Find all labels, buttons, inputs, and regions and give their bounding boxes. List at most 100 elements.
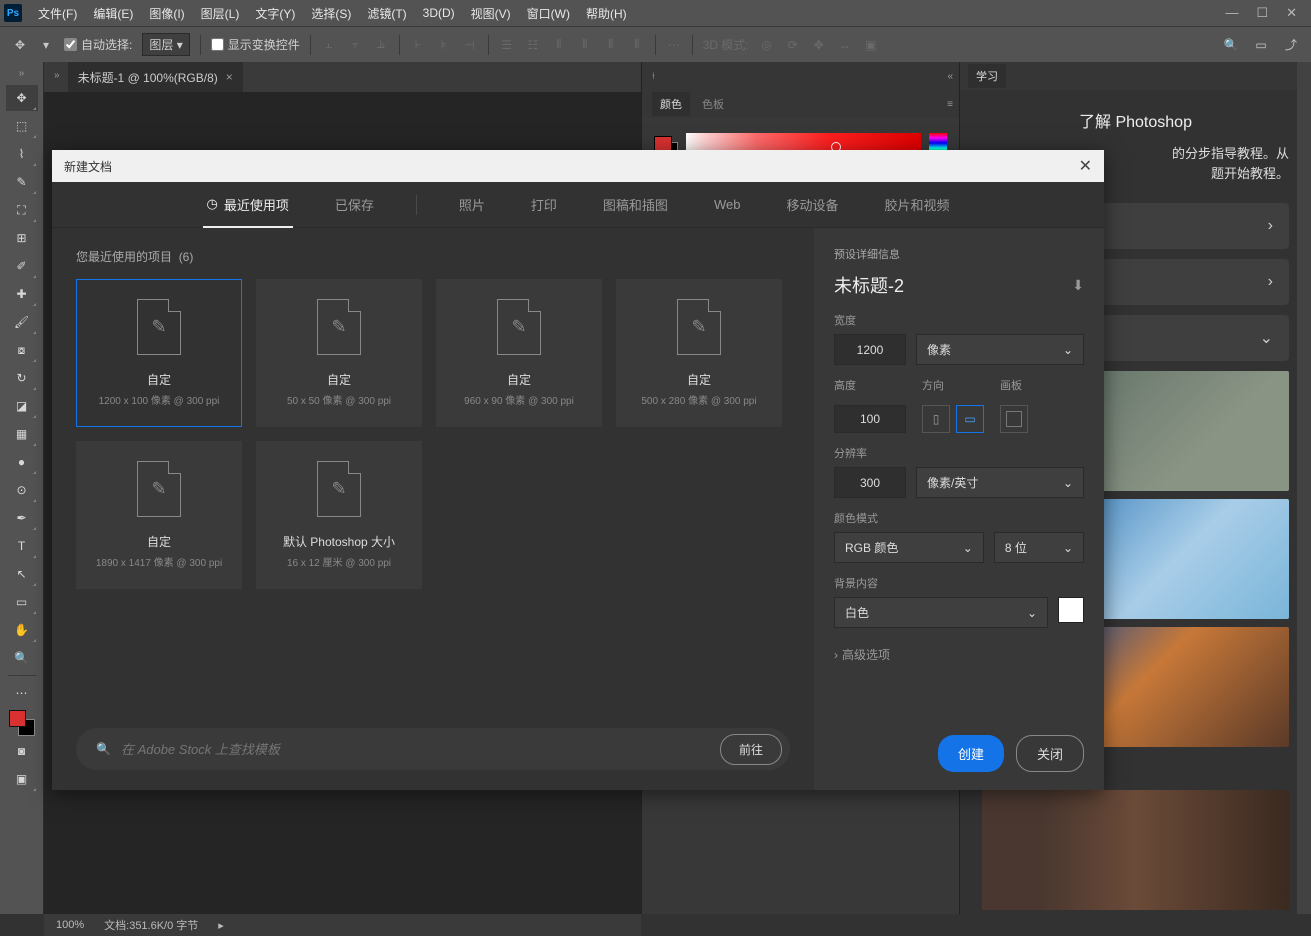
download-icon[interactable]: ⬇ <box>1072 277 1084 294</box>
align-bottom-icon[interactable]: ⫡ <box>373 37 389 53</box>
menu-layer[interactable]: 图层(L) <box>193 5 248 22</box>
3d-pan-icon[interactable]: ✥ <box>811 37 827 53</box>
preset-item[interactable]: ✎自定1200 x 100 像素 @ 300 ppi <box>76 279 242 427</box>
tutorial-thumbnail[interactable] <box>982 790 1289 910</box>
chevron-down-icon[interactable]: ▾ <box>38 37 54 53</box>
tab-print[interactable]: 打印 <box>527 183 561 226</box>
background-color-chip[interactable] <box>1058 597 1084 623</box>
distribute-4-icon[interactable]: ⦀ <box>577 37 593 53</box>
preset-item[interactable]: ✎自定50 x 50 像素 @ 300 ppi <box>256 279 422 427</box>
tab-recent[interactable]: ◷最近使用项 <box>203 183 293 228</box>
adjust-icon[interactable]: ⟊ <box>652 71 655 82</box>
color-swatches[interactable] <box>9 710 35 736</box>
height-input[interactable] <box>834 405 906 433</box>
move-tool[interactable]: ✥ <box>6 85 38 111</box>
lasso-tool[interactable]: ⌇ <box>6 141 38 167</box>
align-top-icon[interactable]: ⫠ <box>321 37 337 53</box>
close-button[interactable]: 关闭 <box>1016 735 1084 772</box>
orientation-portrait[interactable]: ▯ <box>922 405 950 433</box>
width-unit-select[interactable]: 像素⌄ <box>916 334 1084 365</box>
artboard-checkbox[interactable] <box>1000 405 1028 433</box>
tab-web[interactable]: Web <box>710 185 745 224</box>
healing-tool[interactable]: ✚ <box>6 281 38 307</box>
zoom-tool[interactable]: 🔍 <box>6 645 38 671</box>
gradient-tool[interactable]: ▦ <box>6 421 38 447</box>
stock-search-input[interactable] <box>121 742 710 757</box>
preset-item[interactable]: ✎自定960 x 90 像素 @ 300 ppi <box>436 279 602 427</box>
close-icon[interactable]: ✕ <box>1079 156 1092 176</box>
edit-toolbar[interactable]: ⋯ <box>6 680 38 706</box>
quick-select-tool[interactable]: ✎ <box>6 169 38 195</box>
brush-tool[interactable]: 🖌 <box>6 309 38 335</box>
tab-photo[interactable]: 照片 <box>455 183 489 226</box>
menu-help[interactable]: 帮助(H) <box>578 5 635 22</box>
search-icon[interactable]: 🔍 <box>1223 37 1239 53</box>
shape-tool[interactable]: ▭ <box>6 589 38 615</box>
eyedropper-tool[interactable]: ✐ <box>6 253 38 279</box>
bitdepth-select[interactable]: 8 位⌄ <box>994 532 1084 563</box>
orientation-landscape[interactable]: ▭ <box>956 405 984 433</box>
menu-select[interactable]: 选择(S) <box>303 5 359 22</box>
menu-window[interactable]: 窗口(W) <box>519 5 578 22</box>
menu-edit[interactable]: 编辑(E) <box>85 5 141 22</box>
menu-view[interactable]: 视图(V) <box>463 5 519 22</box>
align-left-icon[interactable]: ⊦ <box>410 37 426 53</box>
tab-overflow-icon[interactable]: » <box>54 70 60 81</box>
align-hcenter-icon[interactable]: ⊧ <box>436 37 452 53</box>
eraser-tool[interactable]: ◪ <box>6 393 38 419</box>
tab-art[interactable]: 图稿和插图 <box>599 183 672 226</box>
align-vcenter-icon[interactable]: ⫟ <box>347 37 363 53</box>
resolution-unit-select[interactable]: 像素/英寸⌄ <box>916 467 1084 498</box>
width-input[interactable] <box>834 334 906 365</box>
3d-camera-icon[interactable]: ▣ <box>863 37 879 53</box>
distribute-6-icon[interactable]: ⦀ <box>629 37 645 53</box>
menu-type[interactable]: 文字(Y) <box>247 5 303 22</box>
close-window-icon[interactable]: ✕ <box>1286 5 1297 21</box>
color-tab[interactable]: 颜色 <box>652 92 690 116</box>
3d-orbit-icon[interactable]: ◎ <box>759 37 775 53</box>
stamp-tool[interactable]: ⧇ <box>6 337 38 363</box>
workspace-icon[interactable]: ▭ <box>1253 37 1269 53</box>
dodge-tool[interactable]: ⊙ <box>6 477 38 503</box>
maximize-icon[interactable]: ☐ <box>1256 5 1268 21</box>
history-brush-tool[interactable]: ↻ <box>6 365 38 391</box>
distribute-v-icon[interactable]: ☷ <box>525 37 541 53</box>
distribute-5-icon[interactable]: ⦀ <box>603 37 619 53</box>
mask-mode[interactable]: ◙ <box>6 738 38 764</box>
blur-tool[interactable]: ● <box>6 449 38 475</box>
3d-slide-icon[interactable]: ↔ <box>837 37 853 53</box>
menu-image[interactable]: 图像(I) <box>141 5 192 22</box>
document-info[interactable]: 文档:351.6K/0 字节 <box>104 917 198 933</box>
zoom-level[interactable]: 100% <box>56 919 84 931</box>
distribute-3-icon[interactable]: ⦀ <box>551 37 567 53</box>
menu-file[interactable]: 文件(F) <box>30 5 85 22</box>
preset-item[interactable]: ✎默认 Photoshop 大小16 x 12 厘米 @ 300 ppi <box>256 441 422 589</box>
screen-mode[interactable]: ▣ <box>6 766 38 792</box>
minimize-icon[interactable]: — <box>1225 5 1238 21</box>
more-icon[interactable]: ⋯ <box>666 37 682 53</box>
info-chevron-icon[interactable]: ▸ <box>218 919 224 932</box>
advanced-options-toggle[interactable]: ›高级选项 <box>834 646 1084 663</box>
layer-select[interactable]: 图层 ▾ <box>142 33 189 56</box>
background-select[interactable]: 白色⌄ <box>834 597 1048 628</box>
share-icon[interactable]: ⤴ <box>1283 37 1299 53</box>
collapse-left-icon[interactable]: « <box>947 71 953 82</box>
type-tool[interactable]: T <box>6 533 38 559</box>
scrollbar[interactable] <box>1297 62 1311 914</box>
auto-select-checkbox[interactable]: 自动选择: <box>64 36 132 53</box>
3d-roll-icon[interactable]: ⟳ <box>785 37 801 53</box>
colormode-select[interactable]: RGB 颜色⌄ <box>834 532 984 563</box>
panel-menu-icon[interactable]: ≡ <box>947 99 953 110</box>
tab-mobile[interactable]: 移动设备 <box>782 183 842 226</box>
pen-tool[interactable]: ✒ <box>6 505 38 531</box>
preset-item[interactable]: ✎自定500 x 280 像素 @ 300 ppi <box>616 279 782 427</box>
frame-tool[interactable]: ⊞ <box>6 225 38 251</box>
menu-3d[interactable]: 3D(D) <box>415 6 463 20</box>
distribute-h-icon[interactable]: ☰ <box>499 37 515 53</box>
crop-tool[interactable]: ⛶ <box>6 197 38 223</box>
learn-tab[interactable]: 学习 <box>968 64 1006 88</box>
create-button[interactable]: 创建 <box>938 735 1004 772</box>
close-icon[interactable]: × <box>226 70 233 84</box>
document-tab[interactable]: 未标题-1 @ 100%(RGB/8) × <box>68 62 243 92</box>
show-transform-checkbox[interactable]: 显示变换控件 <box>211 36 300 53</box>
